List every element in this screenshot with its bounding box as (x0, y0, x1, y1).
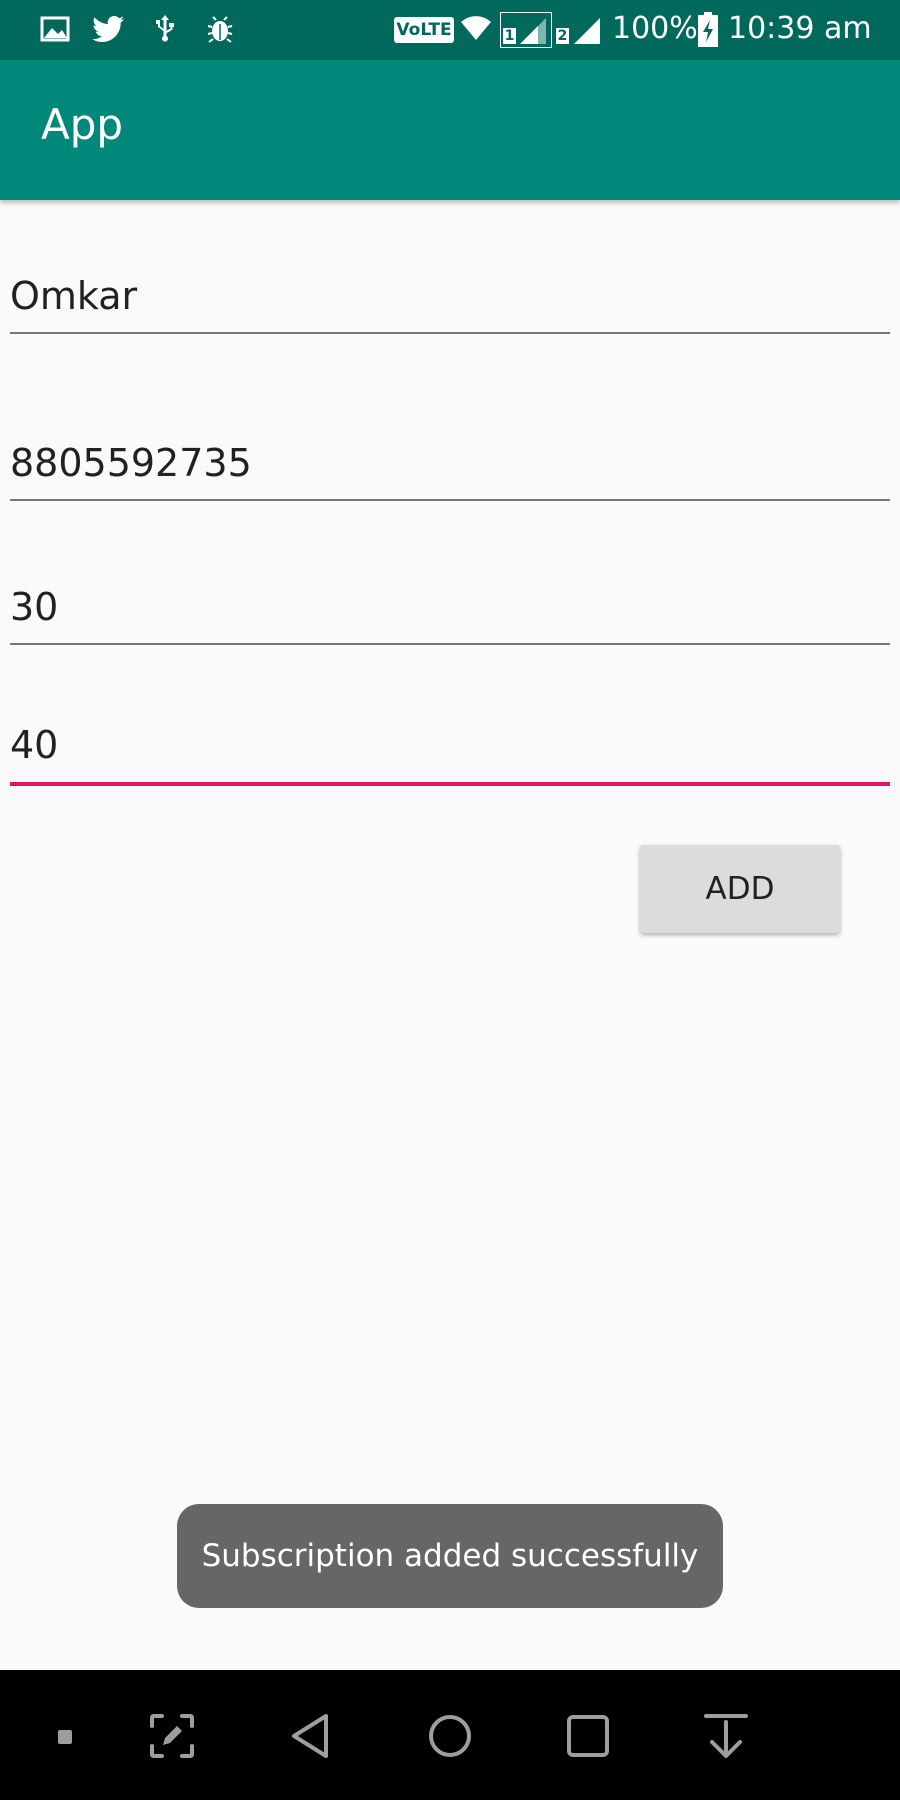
bug-icon (207, 16, 233, 43)
wifi-icon (461, 16, 491, 40)
screenshot-edit-icon[interactable] (148, 1712, 196, 1760)
toast-message: Subscription added successfully (177, 1504, 723, 1608)
signal-sim1-icon (520, 18, 546, 44)
signal-sim2-icon (574, 18, 600, 44)
sim2-label: 2 (556, 28, 569, 44)
usb-icon (156, 15, 174, 42)
phone-field[interactable]: 8805592735 (10, 437, 890, 503)
status-bar: VoLTE 1 2 100% 10:39 am (0, 0, 900, 60)
battery-percent: 100% (612, 11, 698, 46)
pull-down-icon[interactable] (702, 1712, 750, 1760)
name-field-underline (10, 332, 890, 334)
amount-field-2-value: 40 (10, 723, 59, 767)
amount-field-1[interactable]: 30 (10, 581, 890, 647)
phone-field-value: 8805592735 (10, 441, 252, 485)
volte-badge: VoLTE (394, 17, 454, 43)
add-button[interactable]: ADD (640, 845, 840, 933)
dot-icon[interactable] (40, 1712, 88, 1760)
app-bar: App (0, 60, 900, 200)
name-field-value: Omkar (10, 274, 138, 318)
image-icon (40, 16, 70, 42)
app-title: App (41, 100, 124, 149)
amount-field-1-underline (10, 643, 890, 645)
amount-field-2-underline (10, 782, 890, 786)
clock: 10:39 am (728, 11, 872, 46)
back-icon[interactable] (288, 1712, 336, 1760)
home-icon[interactable] (426, 1712, 474, 1760)
sim1-label: 1 (503, 28, 516, 44)
recents-icon[interactable] (564, 1712, 612, 1760)
battery-charging-icon (698, 12, 718, 47)
amount-field-2[interactable]: 40 (10, 719, 890, 787)
navigation-bar (0, 1670, 900, 1800)
twitter-icon (92, 16, 124, 42)
phone-field-underline (10, 499, 890, 501)
name-field[interactable]: Omkar (10, 270, 890, 336)
amount-field-1-value: 30 (10, 585, 59, 629)
